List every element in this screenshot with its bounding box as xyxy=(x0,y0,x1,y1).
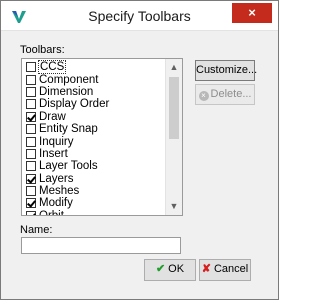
toolbar-checkbox[interactable] xyxy=(26,124,36,135)
toolbar-list-item[interactable]: Layer Tools xyxy=(22,160,165,172)
toolbar-item-label: Meshes xyxy=(39,185,80,198)
toolbar-list-item[interactable]: Entity Snap xyxy=(22,123,165,135)
customize-button[interactable]: Customize... xyxy=(195,60,257,81)
toolbar-checkbox[interactable] xyxy=(26,62,36,73)
toolbars-list[interactable]: CCS Component Dimension Display Order Draw En… xyxy=(21,58,183,216)
scrollbar-thumb[interactable] xyxy=(169,77,179,139)
toolbar-item-label: Layer Tools xyxy=(39,160,98,173)
delete-button-label: Delete... xyxy=(210,88,252,100)
toolbar-item-label: CCS xyxy=(37,60,67,75)
toolbar-checkbox[interactable] xyxy=(26,161,36,172)
toolbar-checkbox[interactable] xyxy=(26,111,36,122)
cancel-button-label: Cancel xyxy=(213,263,249,275)
ok-button-label: OK xyxy=(168,263,185,275)
toolbar-item-label: Orbit xyxy=(39,209,64,216)
title-bar: Specify Toolbars × xyxy=(1,1,278,31)
delete-button[interactable]: × Delete... xyxy=(195,84,255,105)
delete-icon: × xyxy=(198,91,209,101)
scroll-down-icon[interactable]: ▼ xyxy=(166,198,182,215)
toolbar-item-label: Entity Snap xyxy=(39,123,98,136)
cancel-button[interactable]: ✘ Cancel xyxy=(199,259,251,281)
toolbar-checkbox[interactable] xyxy=(26,74,36,85)
name-label: Name: xyxy=(20,224,53,236)
toolbar-list-item[interactable]: Modify xyxy=(22,197,165,209)
vertical-scrollbar[interactable]: ▲ ▼ xyxy=(165,59,182,215)
toolbar-checkbox[interactable] xyxy=(26,210,36,215)
toolbar-list-item[interactable]: Draw xyxy=(22,111,165,123)
toolbar-item-label: Display Order xyxy=(39,98,110,111)
toolbar-list-item[interactable]: Inquiry xyxy=(22,135,165,148)
toolbar-list-item[interactable]: Insert xyxy=(22,148,165,160)
toolbar-checkbox[interactable] xyxy=(26,198,36,209)
toolbar-item-label: Draw xyxy=(39,110,66,123)
toolbar-checkbox[interactable] xyxy=(26,186,36,197)
toolbar-list-item[interactable]: Display Order xyxy=(22,98,165,110)
x-mark-icon: ✘ xyxy=(201,263,211,275)
toolbar-list-item[interactable]: Dimension xyxy=(22,86,165,98)
scroll-up-icon[interactable]: ▲ xyxy=(166,59,182,76)
name-input[interactable] xyxy=(21,237,181,254)
toolbar-list-item[interactable]: Component xyxy=(22,73,165,86)
toolbars-list-items: CCS Component Dimension Display Order Draw En… xyxy=(22,60,165,216)
toolbar-list-item[interactable]: Meshes xyxy=(22,185,165,197)
toolbar-item-label: Inquiry xyxy=(39,135,74,148)
toolbar-list-item[interactable]: Orbit xyxy=(22,209,165,216)
close-button[interactable]: × xyxy=(232,3,272,23)
toolbar-item-label: Insert xyxy=(39,147,68,160)
toolbar-checkbox[interactable] xyxy=(26,99,36,110)
checkmark-icon: ✔ xyxy=(155,263,166,275)
toolbar-item-label: Dimension xyxy=(39,85,94,98)
toolbar-checkbox[interactable] xyxy=(26,136,36,147)
toolbar-item-label: Layers xyxy=(39,172,74,185)
ok-button[interactable]: ✔ OK xyxy=(144,259,196,281)
toolbar-item-label: Component xyxy=(39,73,99,86)
specify-toolbars-dialog: Specify Toolbars × Toolbars: CCS Componen… xyxy=(0,0,279,300)
toolbar-checkbox[interactable] xyxy=(26,173,36,184)
toolbar-list-item[interactable]: CCS xyxy=(22,60,165,75)
toolbar-checkbox[interactable] xyxy=(26,86,36,97)
toolbar-checkbox[interactable] xyxy=(26,148,36,159)
toolbar-list-item[interactable]: Layers xyxy=(22,173,165,185)
toolbars-label: Toolbars: xyxy=(20,44,65,56)
toolbar-item-label: Modify xyxy=(39,197,73,210)
